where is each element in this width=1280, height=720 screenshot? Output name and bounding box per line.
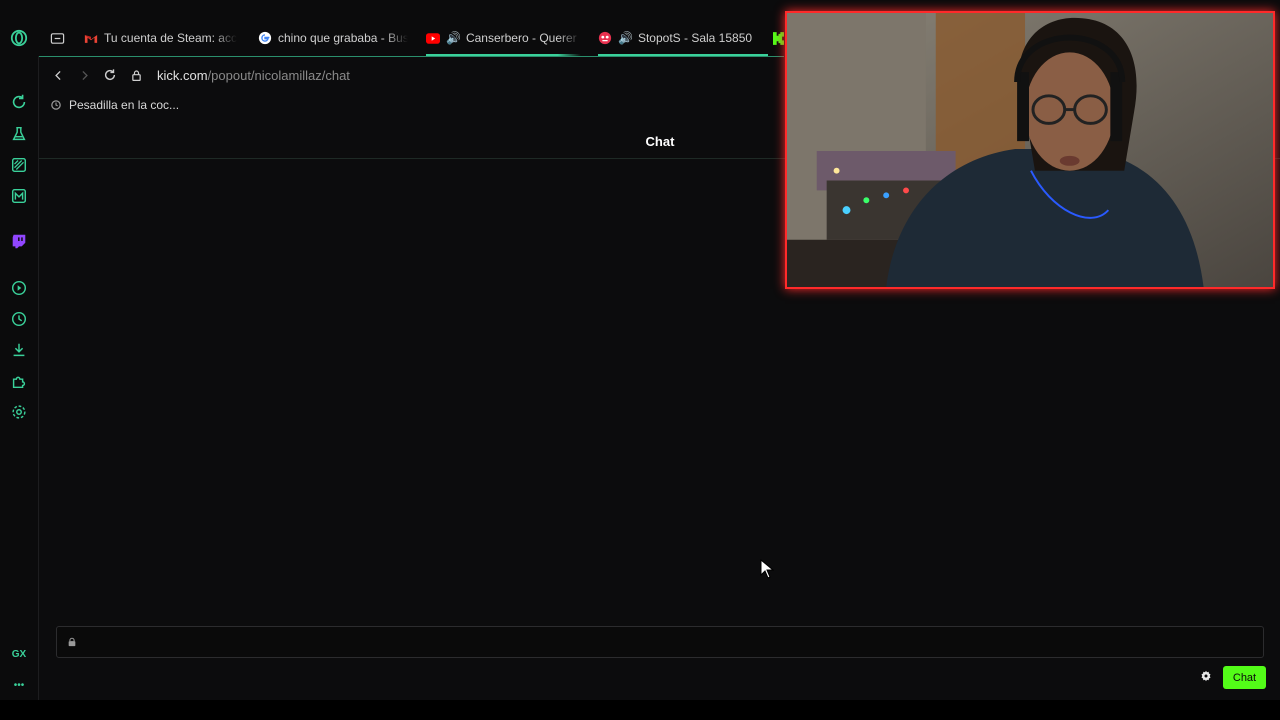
url-domain: kick.com [157,67,208,83]
address-bar: kick.com/popout/nicolamillaz/chat [39,56,784,93]
webcam-feed-image [787,13,1273,287]
back-arrow-icon [54,70,61,80]
messenger-m-icon[interactable] [9,186,29,206]
tab-label: StopotS - Sala 15850 [637,31,753,45]
extensions-icon[interactable] [9,371,29,391]
chat-header-title: Chat [645,133,675,149]
player-icon[interactable] [9,278,29,298]
history-icon[interactable] [9,309,29,329]
page-favicon-icon [51,100,61,110]
url-path: /popout/nicolamillaz/chat [207,67,350,83]
google-icon [258,31,272,45]
chat-settings-gear-icon [1201,670,1211,682]
opera-gx-logo-icon[interactable] [9,28,29,48]
twitch-icon[interactable] [9,231,29,251]
speaker-icon[interactable]: 🔊 [618,31,633,45]
lock-icon[interactable] [123,62,149,88]
reload-icon [104,69,116,81]
tab-kick[interactable] [771,20,785,56]
youtube-icon [426,31,440,45]
forward-button[interactable] [71,62,97,88]
page-title-row: Pesadilla en la coc... [51,98,179,112]
address-url[interactable]: kick.com/popout/nicolamillaz/chat [157,68,350,83]
webcam-overlay [785,11,1275,289]
speaker-icon[interactable]: 🔊 [446,31,461,45]
chat-lock-icon [68,637,76,647]
chat-send-button[interactable]: Chat [1223,666,1266,689]
chat-input-box[interactable] [56,626,1264,658]
tab-gmail[interactable]: Tu cuenta de Steam: acc [84,20,237,56]
flask-icon[interactable] [9,124,29,144]
page-title: Pesadilla en la coc... [69,98,180,112]
forward-arrow-icon [81,70,88,80]
bottom-strip [0,700,1280,720]
mouse-cursor-icon [760,559,774,579]
settings-gear-icon[interactable] [9,402,29,422]
refresh-icon[interactable] [9,92,29,112]
back-button[interactable] [45,62,71,88]
tab-overview-button[interactable] [50,20,68,56]
chat-settings-button[interactable] [1198,668,1214,684]
tab-overview-icon [50,32,65,44]
kick-icon [771,31,785,45]
tab-bar: Tu cuenta de Steam: acc chino que grabab… [38,20,788,56]
tab-label: chino que grababa - Bus [278,31,408,45]
tab-label: Canserbero - Querer [465,31,577,45]
downloads-icon[interactable] [9,340,29,360]
more-options-icon[interactable]: ••• [9,675,29,695]
stopots-icon [598,31,612,45]
gmail-icon [84,31,98,45]
chat-message-input[interactable] [85,634,1263,650]
tab-stopots[interactable]: 🔊 StopotS - Sala 15850 [598,20,768,56]
tab-youtube-canserbero[interactable]: 🔊 Canserbero - Querer [426,20,581,56]
browser-sidebar: GX ••• [0,0,38,720]
gx-corner-button[interactable]: GX [9,644,29,664]
tab-label: Tu cuenta de Steam: acc [104,31,237,45]
reload-button[interactable] [97,62,123,88]
speed-dial-icon[interactable] [9,155,29,175]
tab-google[interactable]: chino que grababa - Bus [258,20,408,56]
